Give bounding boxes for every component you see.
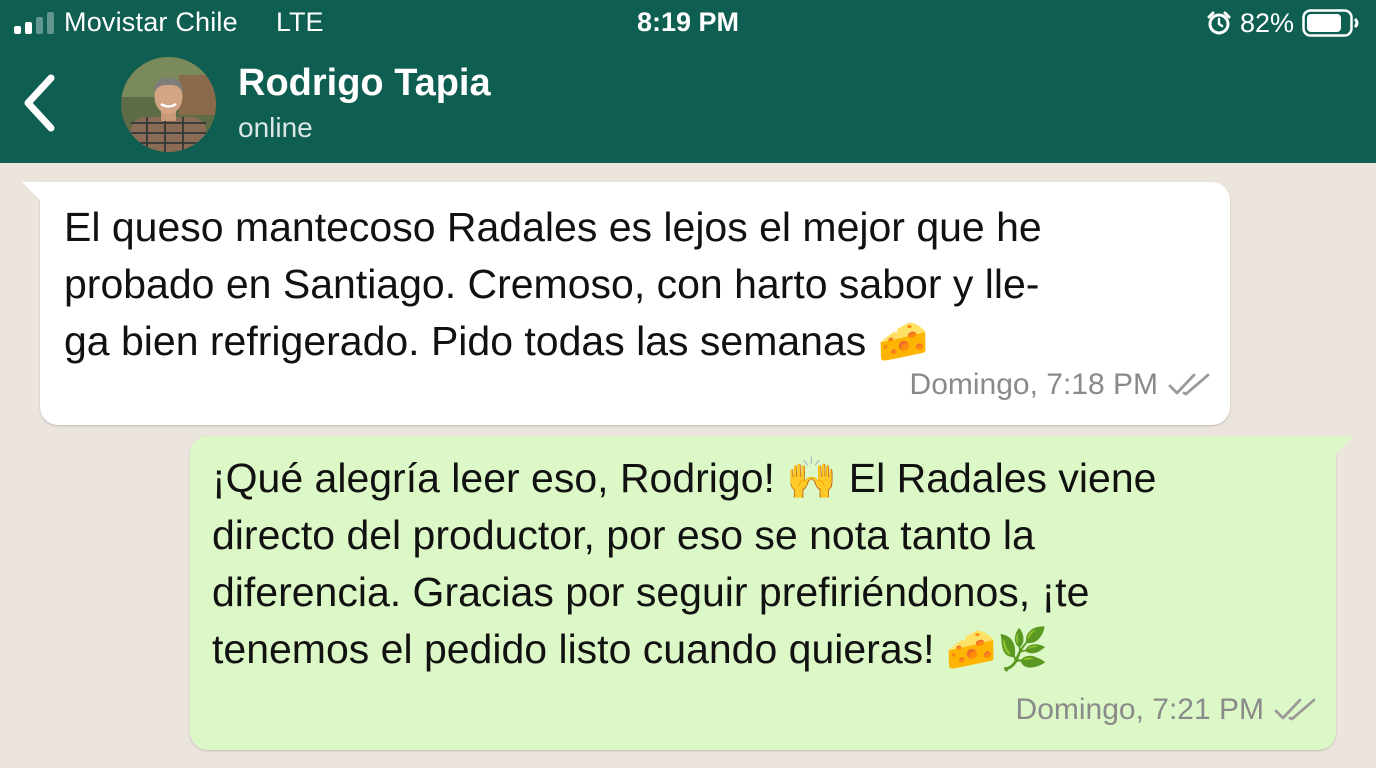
message-timestamp: Domingo, 7:21 PM — [1015, 693, 1264, 726]
chat-header: Movistar Chile LTE 8:19 PM 82% Rodrigo T… — [0, 0, 1376, 163]
bubble-tail — [22, 182, 44, 204]
message-meta: Domingo, 7:18 PM — [910, 356, 1212, 413]
incoming-message[interactable]: El queso mantecoso Radales es lejos el m… — [22, 182, 1230, 425]
contact-avatar[interactable] — [121, 57, 216, 152]
bubble-tail — [1332, 436, 1354, 458]
message-meta: Domingo, 7:21 PM — [1016, 681, 1318, 738]
message-timestamp: Domingo, 7:18 PM — [909, 368, 1158, 401]
battery-icon — [1302, 9, 1359, 37]
alarm-icon — [1207, 11, 1231, 35]
contact-status: online — [238, 112, 313, 143]
message-text: ¡Qué alegría leer eso, Rodrigo! 🙌 El Rad… — [212, 455, 1157, 672]
back-button[interactable] — [18, 70, 62, 136]
status-bar: Movistar Chile LTE 8:19 PM 82% — [0, 0, 1376, 46]
double-check-icon — [1274, 698, 1316, 720]
contact-name[interactable]: Rodrigo Tapia — [238, 62, 491, 105]
status-right: 82% — [1206, 6, 1360, 40]
outgoing-message[interactable]: ¡Qué alegría leer eso, Rodrigo! 🙌 El Rad… — [190, 436, 1354, 750]
battery-percent: 82% — [1239, 7, 1294, 38]
status-time: 8:19 PM — [636, 7, 740, 37]
message-text: El queso mantecoso Radales es lejos el m… — [64, 204, 1042, 364]
double-check-icon — [1168, 373, 1210, 395]
